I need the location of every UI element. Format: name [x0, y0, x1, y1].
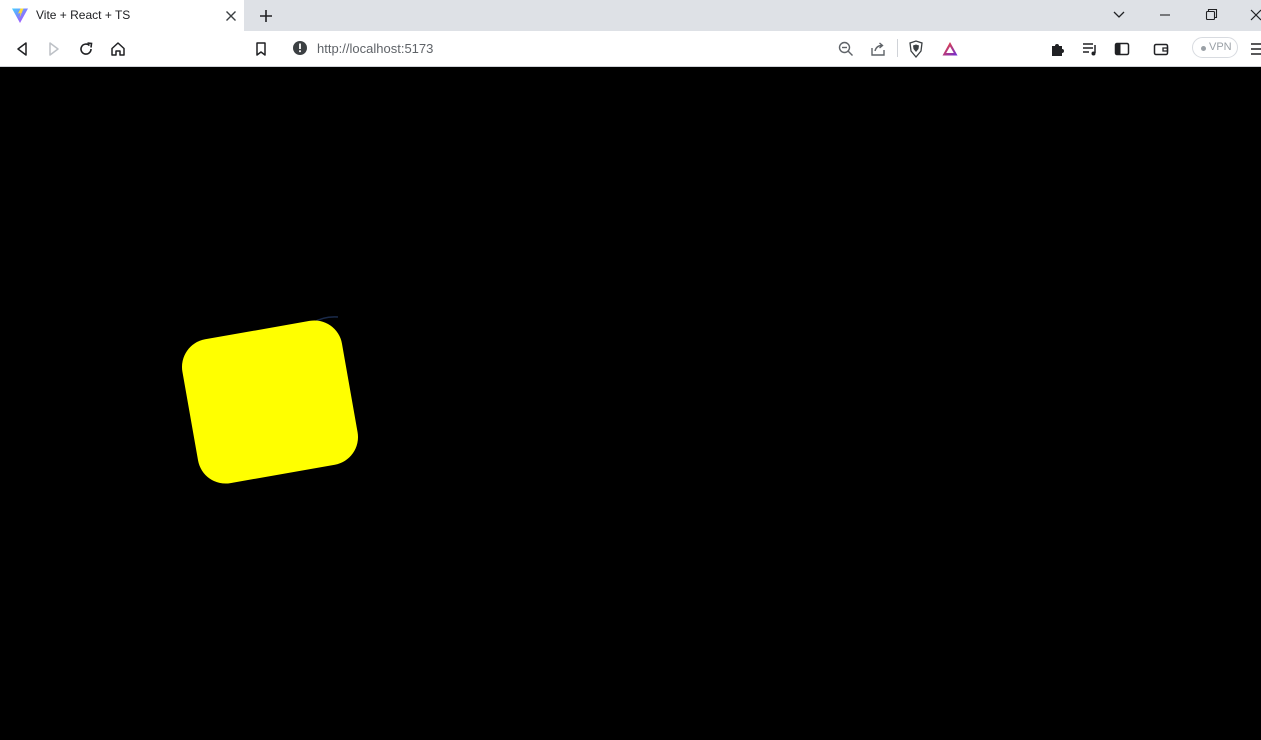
close-icon[interactable] [223, 8, 239, 24]
page-viewport [0, 67, 1261, 740]
share-icon[interactable] [869, 40, 887, 58]
tab-title: Vite + React + TS [36, 8, 131, 22]
back-arrow-icon[interactable] [12, 39, 32, 59]
hamburger-menu-icon[interactable] [1249, 39, 1261, 59]
sidebar-icon[interactable] [1112, 39, 1132, 59]
brave-shields-icon[interactable] [907, 40, 925, 58]
url-text[interactable]: http://localhost:5173 [317, 41, 433, 56]
zoom-out-icon[interactable] [837, 40, 855, 58]
reload-icon[interactable] [76, 39, 96, 59]
tab-active[interactable]: Vite + React + TS [0, 0, 244, 31]
wallet-icon[interactable] [1151, 39, 1171, 59]
restore-icon[interactable] [1201, 6, 1221, 24]
chevron-down-icon[interactable] [1109, 6, 1129, 24]
minimize-icon[interactable] [1155, 6, 1175, 24]
rotating-yellow-square [177, 316, 363, 488]
bookmark-icon[interactable] [251, 39, 271, 59]
info-icon[interactable] [292, 40, 308, 56]
puzzle-icon[interactable] [1048, 39, 1068, 59]
brave-rewards-icon[interactable] [941, 40, 959, 58]
vite-logo-icon [11, 7, 29, 24]
vpn-label: VPN [1209, 41, 1232, 53]
plus-icon[interactable] [256, 6, 276, 26]
omnibox-divider [897, 39, 898, 57]
address-bar[interactable]: http://localhost:5173 [284, 34, 969, 62]
playlist-icon[interactable] [1080, 39, 1100, 59]
tab-strip: Vite + React + TS [0, 0, 1261, 31]
vpn-button[interactable]: VPN [1192, 37, 1238, 58]
browser-toolbar: http://localhost:5173 VPN [0, 31, 1261, 67]
window-close-icon[interactable] [1245, 6, 1261, 24]
vpn-status-dot [1201, 46, 1206, 51]
home-icon[interactable] [108, 39, 128, 59]
forward-arrow-icon[interactable] [44, 39, 64, 59]
